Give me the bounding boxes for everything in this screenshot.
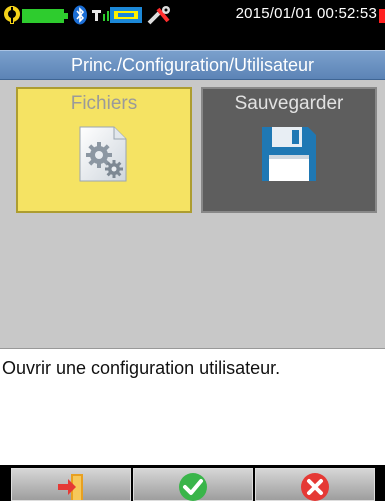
confirm-button[interactable] [133,468,253,501]
battery-icon [22,9,68,23]
breadcrumb-text: Princ./Configuration/Utilisateur [70,55,315,75]
bluetooth-icon [73,5,87,25]
exit-button[interactable] [11,468,131,501]
cancel-button[interactable] [255,468,375,501]
wifi-icon [110,7,142,23]
save-tile-label: Sauvegarder [234,93,344,114]
settings-file-icon [79,126,127,182]
tools-icon [147,6,170,25]
alarm-icon [379,9,385,23]
menu-area: Fichiers Sauvegarder [0,80,385,348]
cancel-x-icon [301,473,329,501]
files-tile-label: Fichiers [70,93,138,114]
status-bar: 2015/01/01 00:52:53 [0,0,385,30]
description-panel: Ouvrir une configuration utilisateur. [0,348,385,465]
softkey-bar [0,465,385,501]
datetime: 2015/01/01 00:52:53 [235,5,377,22]
signal-icon [92,10,109,21]
save-tile[interactable]: Sauvegarder [201,87,377,213]
floppy-disk-icon [262,127,316,181]
confirm-check-icon [179,473,207,501]
breadcrumb: Princ./Configuration/Utilisateur [0,50,385,80]
files-tile[interactable]: Fichiers [16,87,192,213]
description-text: Ouvrir une configuration utilisateur. [2,358,281,378]
exit-icon [58,474,83,500]
phase-icon [4,6,20,24]
